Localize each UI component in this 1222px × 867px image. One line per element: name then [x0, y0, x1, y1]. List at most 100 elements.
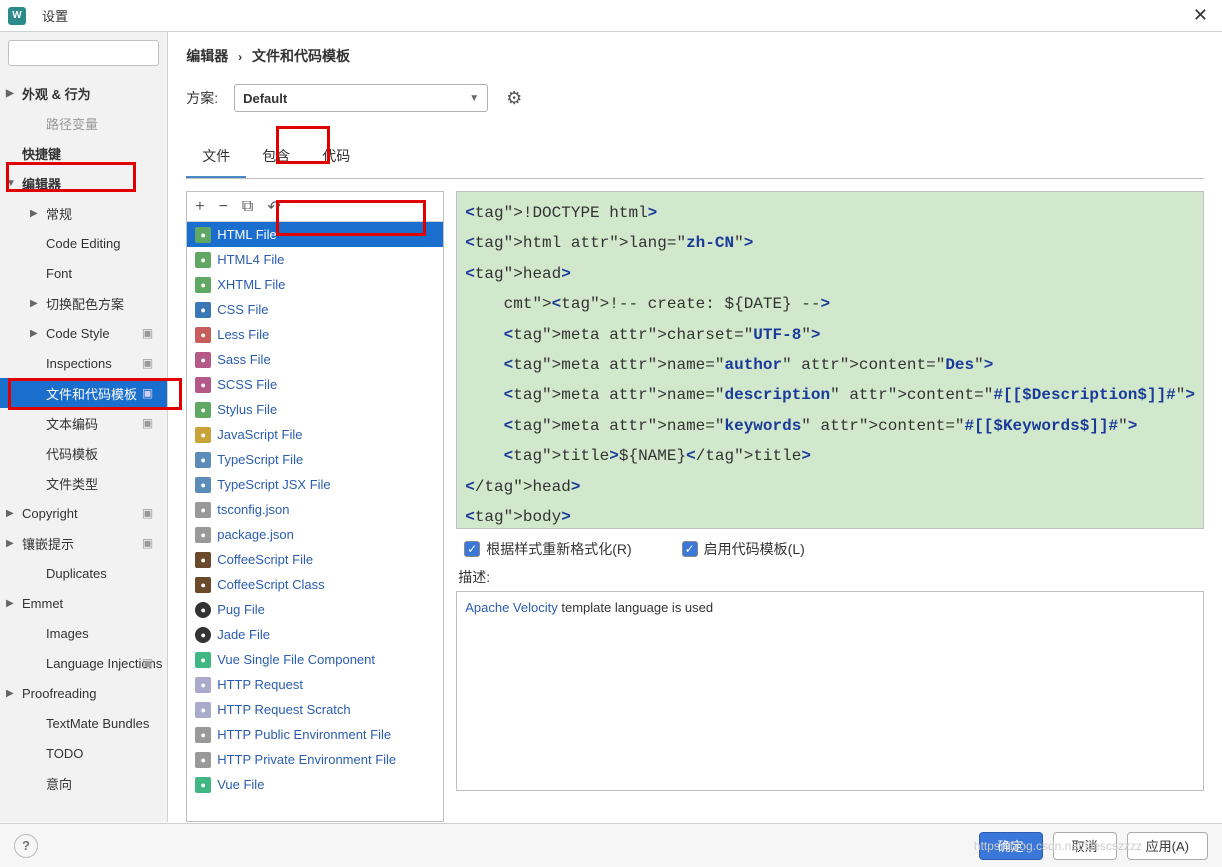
sidebar-item[interactable]: Duplicates — [0, 558, 167, 588]
sidebar-item[interactable]: 意向 — [0, 768, 167, 798]
project-scope-icon: ▣ — [142, 326, 153, 340]
sidebar-item[interactable]: 文件类型 — [0, 468, 167, 498]
file-type-icon: ● — [195, 277, 211, 293]
sidebar-item[interactable]: 文本编码▣ — [0, 408, 167, 438]
template-list-item[interactable]: ● Sass File — [187, 347, 443, 372]
sidebar-item[interactable]: ▼编辑器 — [0, 168, 167, 198]
sidebar-item[interactable]: ▶Code Style▣ — [0, 318, 167, 348]
file-name: Vue Single File Component — [217, 652, 375, 667]
template-list-item[interactable]: ● CSS File — [187, 297, 443, 322]
sidebar-item[interactable]: Code Editing — [0, 228, 167, 258]
file-type-icon: ● — [195, 702, 211, 718]
file-name: Vue File — [217, 777, 264, 792]
apply-button[interactable]: 应用(A) — [1127, 832, 1208, 860]
file-name: SCSS File — [217, 377, 277, 392]
undo-icon[interactable]: ↶ — [267, 197, 280, 217]
file-name: HTTP Request — [217, 677, 303, 692]
settings-tree[interactable]: ▶外观 & 行为路径变量快捷键▼编辑器▶常规 Code Editing Font ▶ 切… — [0, 74, 167, 822]
add-icon[interactable]: + — [195, 198, 204, 216]
tab-2[interactable]: 代码 — [306, 140, 366, 178]
template-list-item[interactable]: ●Vue Single File Component — [187, 647, 443, 672]
sidebar-item-label: 编辑器 — [22, 174, 61, 193]
tab-0[interactable]: 文件 — [186, 140, 246, 178]
template-list-item[interactable]: ●package.json — [187, 522, 443, 547]
template-list-item[interactable]: ●Jade File — [187, 622, 443, 647]
sidebar-item[interactable]: Inspections▣ — [0, 348, 167, 378]
sidebar-item[interactable]: ▶外观 & 行为 — [0, 78, 167, 108]
scheme-combobox[interactable]: Default ▼ — [234, 84, 488, 112]
description-label: 描述: — [458, 567, 1204, 587]
template-list-item[interactable]: ●Vue File — [187, 772, 443, 797]
sidebar-item-label: 切换配色方案 — [46, 294, 124, 313]
sidebar-item[interactable]: TextMate Bundles — [0, 708, 167, 738]
sidebar-item-label: 文本编码 — [46, 414, 98, 433]
gear-icon[interactable]: ⚙ — [506, 88, 522, 109]
sidebar-item[interactable]: 路径变量 — [0, 108, 167, 138]
cancel-button[interactable]: 取消 — [1053, 832, 1117, 860]
sidebar-item[interactable]: ▶Proofreading — [0, 678, 167, 708]
sidebar-item[interactable]: ▶Copyright▣ — [0, 498, 167, 528]
sidebar-item[interactable]: ▶Emmet — [0, 588, 167, 618]
chevron-down-icon: ▼ — [469, 93, 479, 104]
breadcrumb-part: 编辑器 — [186, 48, 228, 64]
template-list-item[interactable]: ● XHTML File — [187, 272, 443, 297]
expand-icon: ▶ — [30, 328, 38, 339]
sidebar-item-label: 镶嵌提示 — [22, 534, 74, 553]
sidebar-item[interactable]: 文件和代码模板▣ — [0, 378, 167, 408]
template-list-item[interactable]: ●CoffeeScript File — [187, 547, 443, 572]
scheme-value: Default — [243, 91, 287, 106]
file-name: Sass File — [217, 352, 270, 367]
expand-icon: ▶ — [6, 508, 14, 519]
sidebar-item[interactable]: Font — [0, 258, 167, 288]
template-list-item[interactable]: ●HTTP Private Environment File — [187, 747, 443, 772]
copy-icon[interactable]: ⧉ — [242, 198, 253, 216]
search-input[interactable] — [8, 40, 159, 66]
template-list-item[interactable]: ●TypeScript JSX File — [187, 472, 443, 497]
template-list-item[interactable]: ●HTML4 File — [187, 247, 443, 272]
template-list-item[interactable]: ●Less File — [187, 322, 443, 347]
template-list-item[interactable]: ●HTML File — [187, 222, 443, 247]
expand-icon: ▶ — [6, 88, 14, 99]
reformat-checkbox[interactable]: ✓根据样式重新格式化(R) — [464, 539, 631, 559]
file-name: CSS File — [217, 302, 268, 317]
file-name: HTTP Private Environment File — [217, 752, 396, 767]
template-list-item[interactable]: ●tsconfig.json — [187, 497, 443, 522]
tab-1[interactable]: 包含 — [246, 140, 306, 178]
sidebar-item[interactable]: 快捷键 — [0, 138, 167, 168]
velocity-link[interactable]: Apache Velocity — [465, 600, 558, 615]
file-name: package.json — [217, 527, 294, 542]
sidebar-item[interactable]: TODO — [0, 738, 167, 768]
template-list-item[interactable]: ●Stylus File — [187, 397, 443, 422]
template-list-item[interactable]: ●Pug File — [187, 597, 443, 622]
sidebar-item[interactable]: Language Injections▣ — [0, 648, 167, 678]
expand-icon: ▶ — [6, 598, 14, 609]
sidebar-item-label: Code Editing — [46, 236, 120, 251]
file-type-icon: ● — [195, 352, 211, 368]
template-code-editor[interactable]: <tag">!DOCTYPE html> <tag">html attr">la… — [456, 191, 1204, 529]
sidebar-item[interactable]: ▶常规 — [0, 198, 167, 228]
expand-icon: ▶ — [30, 298, 38, 309]
sidebar-item[interactable]: Images — [0, 618, 167, 648]
template-list-item[interactable]: ●SCSS File — [187, 372, 443, 397]
live-template-checkbox[interactable]: ✓启用代码模板(L) — [682, 539, 805, 559]
template-list-item[interactable]: ●HTTP Request Scratch — [187, 697, 443, 722]
file-type-icon: ● — [195, 302, 211, 318]
sidebar-item[interactable]: 代码模板 — [0, 438, 167, 468]
sidebar-item[interactable]: ▶ 切换配色方案 — [0, 288, 167, 318]
help-icon[interactable]: ? — [14, 834, 38, 858]
template-list-item[interactable]: ●CoffeeScript Class — [187, 572, 443, 597]
file-name: XHTML File — [217, 277, 285, 292]
template-list-item[interactable]: ●JavaScript File — [187, 422, 443, 447]
sidebar-item-label: Duplicates — [46, 566, 107, 581]
template-list-item[interactable]: ● HTTP Request — [187, 672, 443, 697]
close-icon[interactable]: ✕ — [1187, 3, 1214, 28]
file-type-icon: ● — [195, 227, 211, 243]
template-list-item[interactable]: ●HTTP Public Environment File — [187, 722, 443, 747]
remove-icon[interactable]: − — [219, 198, 228, 216]
template-list-item[interactable]: ●TypeScript File — [187, 447, 443, 472]
sidebar-item[interactable]: ▶镶嵌提示▣ — [0, 528, 167, 558]
project-scope-icon: ▣ — [142, 356, 153, 370]
file-type-icon: ● — [195, 677, 211, 693]
template-file-list[interactable]: ●HTML File●HTML4 File ● XHTML File ● CSS Fil… — [187, 222, 443, 821]
ok-button[interactable]: 确定 — [979, 832, 1043, 860]
